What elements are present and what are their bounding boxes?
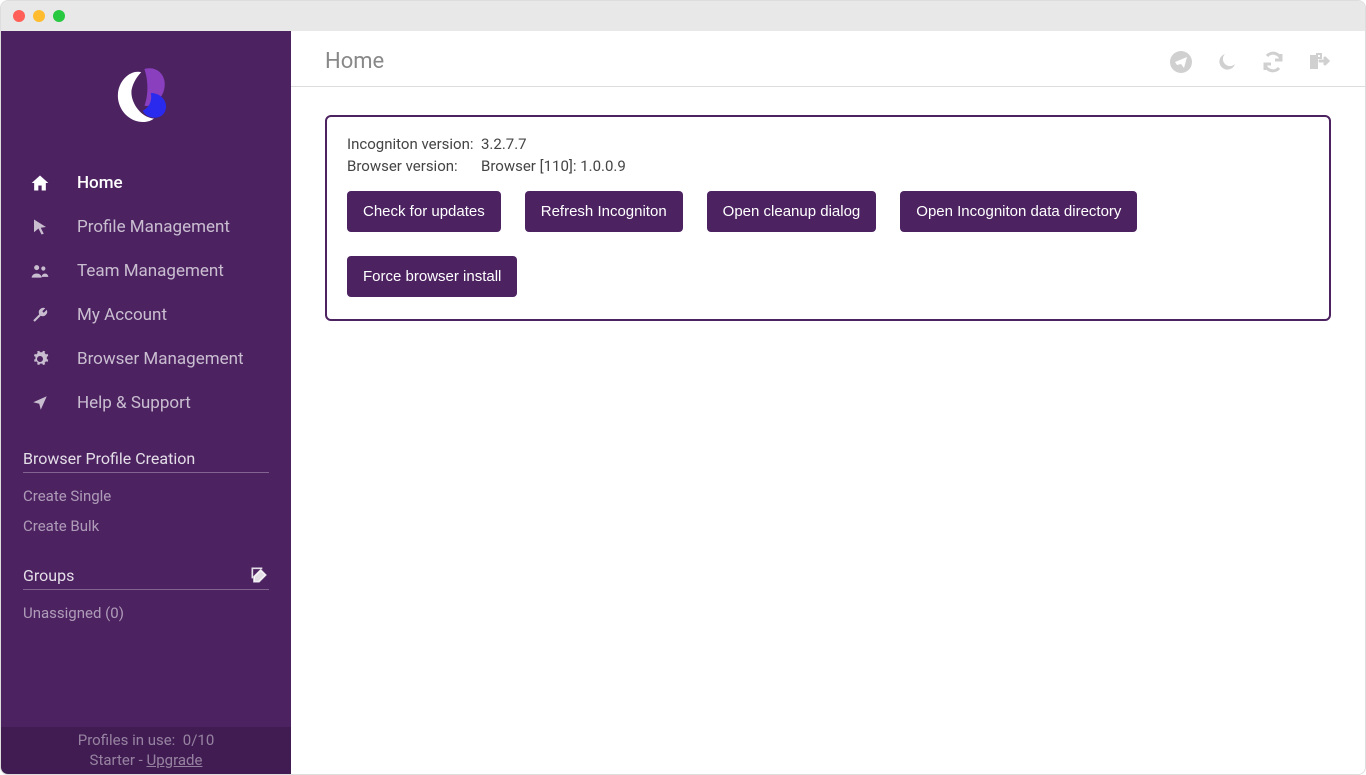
logo [1,31,291,161]
sidebar-section-profile-creation: Browser Profile Creation Create Single C… [1,449,291,541]
content: Home [291,31,1365,774]
section-title: Browser Profile Creation [23,449,195,468]
sidebar-item-label: Profile Management [77,217,230,237]
moon-icon[interactable] [1215,50,1239,74]
group-unassigned-link[interactable]: Unassigned (0) [23,598,269,628]
section-title: Groups [23,566,74,585]
incogniton-version-label: Incogniton version: [347,135,481,153]
sidebar-item-team-management[interactable]: Team Management [1,249,291,293]
titlebar [1,1,1365,31]
open-cleanup-button[interactable]: Open cleanup dialog [707,191,877,232]
incogniton-logo-icon [106,61,186,141]
sidebar-item-label: Home [77,173,123,193]
sidebar-item-help-support[interactable]: Help & Support [1,381,291,425]
sidebar-item-home[interactable]: Home [1,161,291,205]
close-window-button[interactable] [13,10,25,22]
version-info: Incogniton version: 3.2.7.7 Browser vers… [347,135,1309,175]
profiles-in-use-value: 0/10 [183,731,214,749]
section-header: Browser Profile Creation [23,449,269,473]
sidebar-item-my-account[interactable]: My Account [1,293,291,337]
app-body: Home Profile Management Team Management [1,31,1365,774]
telegram-icon[interactable] [1169,50,1193,74]
minimize-window-button[interactable] [33,10,45,22]
version-panel: Incogniton version: 3.2.7.7 Browser vers… [325,115,1331,321]
info-row-incogniton: Incogniton version: 3.2.7.7 [347,135,1309,153]
home-icon [27,173,53,193]
info-row-browser: Browser version: Browser [110]: 1.0.0.9 [347,157,1309,175]
gear-icon [27,350,53,368]
sidebar-item-label: Team Management [77,261,224,281]
main-panel-area: Incogniton version: 3.2.7.7 Browser vers… [291,87,1365,349]
sidebar-item-browser-management[interactable]: Browser Management [1,337,291,381]
cursor-icon [27,218,53,236]
sidebar-item-label: My Account [77,305,167,325]
location-arrow-icon [27,394,53,412]
button-row: Check for updates Refresh Incogniton Ope… [347,191,1309,297]
topbar-icons [1169,50,1331,74]
refresh-icon[interactable] [1261,50,1285,74]
page-title: Home [325,49,384,74]
sidebar-item-label: Help & Support [77,393,191,413]
edit-groups-icon[interactable] [249,565,269,585]
section-header: Groups [23,565,269,590]
users-icon [27,261,53,281]
window-controls [13,10,65,22]
sidebar-item-profile-management[interactable]: Profile Management [1,205,291,249]
app-window: Home Profile Management Team Management [0,0,1366,775]
sidebar-footer: Profiles in use: 0/10 Starter - Upgrade [1,727,291,774]
maximize-window-button[interactable] [53,10,65,22]
sidebar-item-label: Browser Management [77,349,244,369]
plan-name: Starter [90,751,135,769]
profiles-in-use-label: Profiles in use: [78,731,176,749]
force-browser-install-button[interactable]: Force browser install [347,256,517,297]
incogniton-version-value: 3.2.7.7 [481,135,527,153]
sidebar: Home Profile Management Team Management [1,31,291,774]
browser-version-value: Browser [110]: 1.0.0.9 [481,157,626,175]
wrench-icon [27,306,53,324]
upgrade-link[interactable]: Upgrade [147,751,203,769]
separator: - [135,751,147,769]
create-single-link[interactable]: Create Single [23,481,269,511]
topbar: Home [291,31,1365,87]
refresh-incogniton-button[interactable]: Refresh Incogniton [525,191,683,232]
create-bulk-link[interactable]: Create Bulk [23,511,269,541]
sidebar-nav: Home Profile Management Team Management [1,161,291,425]
browser-version-label: Browser version: [347,157,481,175]
sidebar-section-groups: Groups Unassigned (0) [1,565,291,628]
open-data-directory-button[interactable]: Open Incogniton data directory [900,191,1137,232]
check-updates-button[interactable]: Check for updates [347,191,501,232]
logout-icon[interactable] [1307,50,1331,74]
